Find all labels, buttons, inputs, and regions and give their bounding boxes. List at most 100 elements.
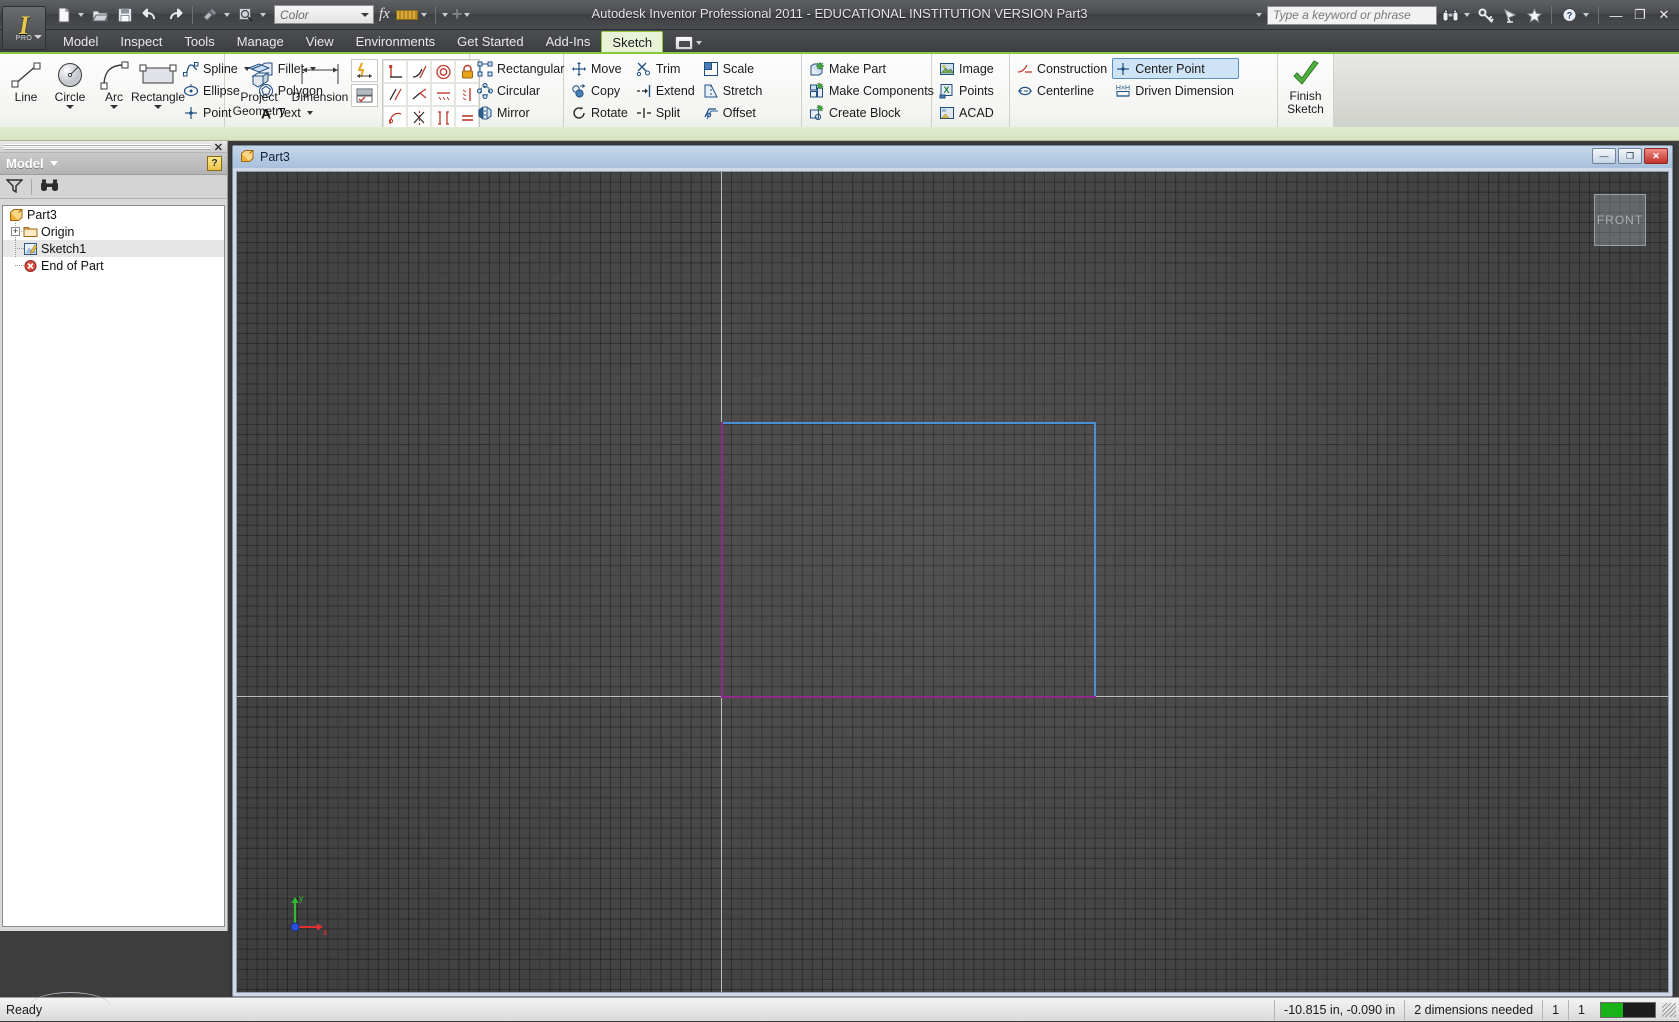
appearance-dropdown-icon[interactable]: [224, 12, 230, 17]
tree-node-part3[interactable]: Part3: [3, 206, 224, 223]
minimize-button[interactable]: —: [1605, 5, 1627, 25]
extend-button[interactable]: Extend: [633, 80, 700, 101]
tab-view[interactable]: View: [295, 31, 345, 52]
new-file-icon[interactable]: [52, 3, 76, 27]
document-close-button[interactable]: ✕: [1644, 148, 1668, 164]
model-tree[interactable]: Part3 + Origin Sketch1 End of Part: [2, 205, 225, 927]
find-icon[interactable]: [40, 178, 59, 196]
rectangular-pattern-button[interactable]: Rectangular: [474, 58, 569, 79]
line-button[interactable]: Line: [4, 57, 48, 105]
satellite-dish-icon[interactable]: [1499, 4, 1521, 26]
sketch-line-top[interactable]: [721, 422, 1096, 424]
centerline-button[interactable]: Centerline: [1014, 80, 1112, 101]
copy-button[interactable]: Copy: [568, 80, 633, 101]
tab-get-started[interactable]: Get Started: [446, 31, 534, 52]
chevron-down-icon[interactable]: [154, 105, 162, 109]
close-button[interactable]: ✕: [1653, 5, 1675, 25]
resize-grip-icon[interactable]: [1662, 1002, 1676, 1017]
sketch-canvas[interactable]: FRONT y x: [236, 171, 1669, 993]
driven-dimension-button[interactable]: H×H Driven Dimension: [1112, 80, 1239, 101]
material-icon[interactable]: [234, 3, 258, 27]
rotate-button[interactable]: Rotate: [568, 102, 633, 123]
tab-environments[interactable]: Environments: [345, 31, 446, 52]
appearance-icon[interactable]: [198, 3, 222, 27]
circle-button[interactable]: Circle: [48, 57, 92, 110]
offset-button[interactable]: Offset: [700, 102, 768, 123]
collinear-constraint-icon[interactable]: [431, 106, 455, 129]
material-dropdown-icon[interactable]: [260, 12, 266, 17]
perpendicular-constraint-icon[interactable]: [383, 60, 407, 83]
undo-icon[interactable]: [138, 3, 162, 27]
sketch-line-bottom[interactable]: [721, 696, 1096, 698]
construction-button[interactable]: Construction: [1014, 58, 1112, 79]
parallel-constraint-icon[interactable]: [383, 83, 407, 106]
search-input[interactable]: Type a keyword or phrase: [1267, 5, 1437, 25]
color-selector[interactable]: Color: [274, 5, 374, 24]
coincident-constraint-icon[interactable]: [407, 83, 431, 106]
center-point-button[interactable]: Center Point: [1112, 58, 1239, 79]
tab-sketch[interactable]: Sketch: [601, 31, 664, 52]
search-expand-icon[interactable]: [1256, 13, 1262, 17]
viewcube[interactable]: FRONT: [1594, 194, 1646, 246]
binoculars-dropdown-icon[interactable]: [1464, 13, 1470, 17]
trim-button[interactable]: Trim: [633, 58, 700, 79]
ruler-icon[interactable]: [395, 3, 419, 27]
sketch-line-right[interactable]: [1094, 422, 1096, 698]
qat-add-icon[interactable]: +: [452, 4, 463, 25]
concentric-constraint-icon[interactable]: [431, 60, 455, 83]
tab-add-ins[interactable]: Add-Ins: [535, 31, 602, 52]
qat-customize-icon[interactable]: [464, 12, 471, 17]
application-menu-button[interactable]: I PRO: [2, 6, 46, 50]
smooth-constraint-icon[interactable]: [383, 106, 407, 129]
split-button[interactable]: Split: [633, 102, 700, 123]
key-icon[interactable]: [1475, 4, 1497, 26]
tab-manage[interactable]: Manage: [226, 31, 295, 52]
tangent-constraint-icon[interactable]: [407, 60, 431, 83]
browser-drag-grip[interactable]: ✕: [0, 141, 227, 154]
tab-inspect[interactable]: Inspect: [109, 31, 173, 52]
tab-model[interactable]: Model: [52, 31, 109, 52]
filter-icon[interactable]: [5, 178, 24, 196]
image-button[interactable]: Image: [936, 58, 999, 79]
redo-icon[interactable]: [163, 3, 187, 27]
project-geometry-button[interactable]: Project Geometry: [229, 57, 289, 119]
ruler-dropdown-icon[interactable]: [420, 12, 427, 17]
open-file-icon[interactable]: [88, 3, 112, 27]
binoculars-icon[interactable]: [1439, 4, 1461, 26]
new-file-dropdown-icon[interactable]: [78, 12, 84, 17]
tree-node-sketch1[interactable]: Sketch1: [3, 240, 224, 257]
document-restore-button[interactable]: ❐: [1618, 148, 1642, 164]
chevron-down-icon[interactable]: [66, 105, 74, 109]
points-button[interactable]: X Points: [936, 80, 999, 101]
make-part-button[interactable]: Make Part: [806, 58, 939, 79]
mirror-button[interactable]: Mirror: [474, 102, 569, 123]
ribbon-minimize-icon[interactable]: [675, 36, 694, 50]
make-components-button[interactable]: Make Components: [806, 80, 939, 101]
show-constraints-icon[interactable]: [351, 84, 378, 107]
sketch-line-left[interactable]: [721, 422, 723, 698]
tab-tools[interactable]: Tools: [173, 31, 225, 52]
tree-node-end-of-part[interactable]: End of Part: [3, 257, 224, 274]
qat-overflow-left-icon[interactable]: [441, 12, 448, 17]
dimension-button[interactable]: Dimension: [289, 57, 351, 105]
ribbon-options-dropdown-icon[interactable]: [696, 41, 703, 45]
tree-node-origin[interactable]: + Origin: [3, 223, 224, 240]
document-title-bar[interactable]: Part3 — ❐ ✕: [233, 146, 1672, 168]
chevron-down-icon[interactable]: [110, 105, 118, 109]
expander-icon[interactable]: +: [11, 227, 20, 236]
help-icon[interactable]: ?: [207, 156, 222, 171]
save-icon[interactable]: [113, 3, 137, 27]
rectangle-button[interactable]: Rectangle: [131, 57, 185, 110]
stretch-button[interactable]: Stretch: [700, 80, 768, 101]
move-button[interactable]: Move: [568, 58, 633, 79]
help-icon[interactable]: ?: [1558, 4, 1580, 26]
arc-button[interactable]: Arc: [92, 57, 136, 110]
restore-button[interactable]: ❐: [1629, 5, 1651, 25]
auto-dimension-icon[interactable]: [351, 59, 378, 82]
document-minimize-button[interactable]: —: [1592, 148, 1616, 164]
star-icon[interactable]: [1523, 4, 1545, 26]
acad-button[interactable]: ACAD: [936, 102, 999, 123]
chevron-down-icon[interactable]: [49, 161, 58, 166]
scale-button[interactable]: Scale: [700, 58, 768, 79]
circular-pattern-button[interactable]: Circular: [474, 80, 569, 101]
